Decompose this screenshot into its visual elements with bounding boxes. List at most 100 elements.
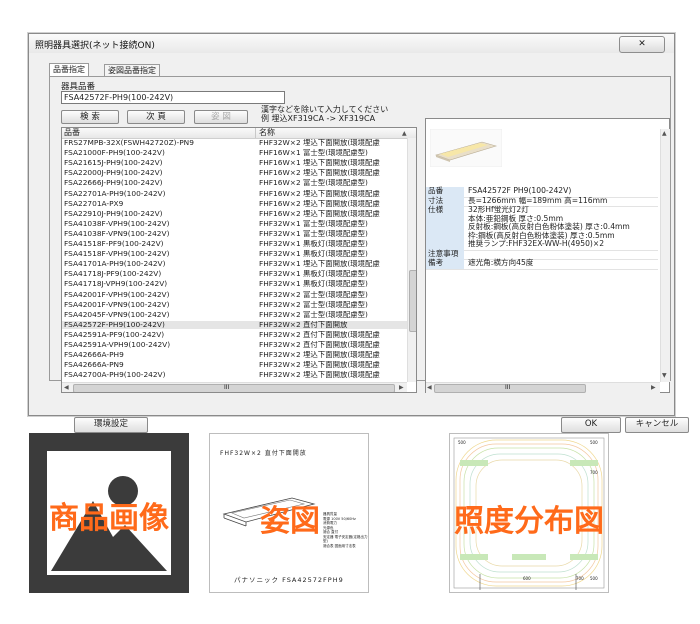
figure-thumbnail[interactable]: FHF32W×2 直付下面開放 器具質量 電源 100V 50/60Hz 消費電力光…: [209, 433, 369, 593]
row-fixture-name: FHF32W×1 黒板灯(環境配慮型): [259, 240, 368, 248]
row-model-number: FSA41518F-PF9(100-242V): [64, 240, 164, 248]
row-fixture-name: FHF32W×2 直付下面開放(環境配慮: [259, 341, 380, 349]
list-row[interactable]: FSA22000J-PH9(100-242V) FHF16W×2 埋込下面開放(環…: [62, 169, 407, 177]
list-row[interactable]: FSA42001F-VPN9(100-242V) FHF32W×2 富士型(環境配…: [62, 301, 407, 309]
scroll-left-icon[interactable]: ◀: [64, 384, 69, 392]
list-horizontal-scroll-thumb[interactable]: III: [73, 384, 395, 392]
row-model-number: FSA41718J-VPH9(100-242V): [64, 280, 168, 289]
row-fixture-name: FHF16W×2 埋込下面開放(環境配慮: [259, 199, 380, 208]
row-model-number: FSA42001F-VPH9(100-242V): [64, 290, 170, 299]
list-row[interactable]: FSA41718J-PF9(100-242V) FHF32W×1 黒板灯(環境配慮…: [62, 270, 407, 278]
close-button[interactable]: ✕: [619, 36, 665, 53]
list-row[interactable]: FSA42001F-VPH9(100-242V) FHF32W×2 富士型(環境配…: [62, 291, 407, 299]
list-row[interactable]: FRS27MPB-32X(FSWH42720Z)-PN9 FHF32W×2 埋込下…: [62, 139, 407, 147]
contour-label: 700: [590, 470, 598, 475]
property-value-line: 推奨ランプ:FHF32EX-WW-H(4950)×2: [468, 239, 605, 248]
row-model-number: FSA21615J-PH9(100-242V): [64, 159, 163, 168]
list-row[interactable]: FSA21615J-PH9(100-242V) FHF16W×1 埋込下面開放(環…: [62, 159, 407, 167]
detail-horizontal-scroll-thumb[interactable]: III: [434, 384, 586, 393]
hint-line-2: 例 埋込XF319CA -> XF319CA: [261, 114, 376, 123]
figure-header: FHF32W×2 直付下面開放: [220, 450, 307, 457]
list-row[interactable]: FSA21000F-PH9(100-242V) FHF16W×1 富士型(環境配慮…: [62, 149, 407, 157]
scroll-right-icon[interactable]: ▶: [651, 384, 656, 392]
input-hint: 漢字などを除いて入力してください 例 埋込XF319CA -> XF319CA: [261, 105, 388, 123]
tab-model-number[interactable]: 品番指定: [49, 63, 89, 77]
row-fixture-name: FHF32W×1 黒板灯(環境配慮型): [259, 250, 368, 259]
row-fixture-name: FHF16W×2 埋込下面開放(環境配慮: [259, 189, 380, 198]
contour-label: 500: [590, 576, 598, 581]
illuminance-thumbnail[interactable]: 500 500 700 600 700 500 照度分布図: [449, 433, 609, 593]
list-row[interactable]: FSA42666A-PN9 FHF32W×2 埋込下面開放(環境配慮: [62, 361, 407, 369]
property-value: 長=1266mm 幅=189mm 高=116mm: [468, 196, 607, 206]
fixture-select-dialog: 照明器具選択(ネット接続ON) ✕ 品番指定 姿図品番指定 器具品番 FSA42…: [28, 33, 689, 433]
row-fixture-name: FHF32W×1 富士型(環境配慮型): [259, 229, 368, 238]
row-model-number: FSA41701A-PH9(100-242V): [64, 260, 166, 269]
list-row[interactable]: FSA42700A-PH9(100-242V) FHF32W×2 埋込下面開放(環…: [62, 371, 407, 379]
list-row[interactable]: FSA42572F-PH9(100-242V) FHF32W×2 直付下面開放: [62, 320, 407, 329]
product-image-thumbnail[interactable]: 商品画像: [29, 433, 189, 593]
ok-button[interactable]: OK: [561, 417, 621, 433]
row-model-number: FSA42700A-PH9(100-242V): [64, 371, 166, 380]
row-fixture-name: FHF16W×1 埋込下面開放(環境配慮: [259, 159, 380, 168]
model-number-input[interactable]: FSA42572F-PH9(100-242V): [61, 91, 285, 104]
sort-up-icon: ▲: [402, 130, 407, 137]
detail-horizontal-scrollbar[interactable]: ◀ III ▶: [426, 382, 660, 393]
row-fixture-name: FHF16W×2 埋込下面開放(環境配慮: [259, 169, 380, 178]
row-model-number: FSA21000F-PH9(100-242V): [64, 149, 165, 158]
list-row[interactable]: FSA41718J-VPH9(100-242V) FHF32W×1 黒板灯(環境配…: [62, 280, 407, 288]
list-vertical-scroll-thumb[interactable]: [409, 270, 416, 332]
cancel-button[interactable]: キャンセル: [625, 417, 689, 433]
contour-label: 500: [458, 440, 466, 445]
row-model-number: FRS27MPB-32X(FSWH42720Z)-PN9: [64, 139, 194, 147]
list-row[interactable]: FSA42591A-PF9(100-242V) FHF32W×2 直付下面開放(環…: [62, 331, 407, 339]
row-fixture-name: FHF16W×2 埋込下面開放(環境配慮: [259, 209, 380, 218]
fixture-list[interactable]: 品番 名称 ▲ FRS27MPB-32X(FSWH42720Z)-PN9 FHF3…: [61, 127, 417, 393]
list-row[interactable]: FSA41518F-VPH9(100-242V) FHF32W×1 黒板灯(環境配…: [62, 250, 407, 258]
product-image-caption: 商品画像: [49, 501, 169, 536]
settings-button[interactable]: 環境設定: [74, 417, 148, 433]
list-row[interactable]: FSA41038F-VPN9(100-242V) FHF32W×1 富士型(環境配…: [62, 230, 407, 238]
row-model-number: FSA22666J-PH9(100-242V): [64, 179, 163, 188]
list-row[interactable]: FSA42666A-PH9 FHF32W×2 埋込下面開放(環境配慮: [62, 351, 407, 359]
list-row[interactable]: FSA22666J-PH9(100-242V) FHF16W×2 富士型(環境配慮…: [62, 179, 407, 187]
list-row[interactable]: FSA22910J-PH9(100-242V) FHF16W×2 埋込下面開放(環…: [62, 210, 407, 218]
figure-button[interactable]: 姿 図: [194, 110, 248, 124]
row-fixture-name: FHF32W×2 富士型(環境配慮型): [259, 300, 368, 309]
list-vertical-scrollbar[interactable]: [407, 138, 416, 382]
property-key: 仕様: [426, 205, 464, 250]
column-header-model[interactable]: 品番: [64, 128, 80, 138]
property-value: FSA42572F PH9(100-242V): [468, 186, 571, 196]
next-page-button[interactable]: 次 頁: [127, 110, 185, 124]
row-fixture-name: FHF32W×2 富士型(環境配慮型): [259, 310, 368, 319]
list-horizontal-scrollbar[interactable]: ◀ III ▶: [62, 382, 407, 392]
detail-vertical-scrollbar[interactable]: ▲ ▼: [660, 129, 670, 382]
list-row[interactable]: FSA22701A-PX9 FHF16W×2 埋込下面開放(環境配慮: [62, 200, 407, 208]
column-divider[interactable]: [255, 128, 256, 138]
scroll-up-icon[interactable]: ▲: [662, 130, 667, 138]
row-model-number: FSA41718J-PF9(100-242V): [64, 270, 162, 279]
list-header: 品番 名称 ▲: [62, 128, 416, 139]
scroll-left-icon[interactable]: ◀: [427, 384, 432, 392]
list-row[interactable]: FSA22701A-PH9(100-242V) FHF16W×2 埋込下面開放(環…: [62, 190, 407, 198]
list-row[interactable]: FSA42045F-VPN9(100-242V) FHF32W×2 富士型(環境配…: [62, 311, 407, 319]
list-row[interactable]: FSA41701A-PH9(100-242V) FHF32W×1 埋込下面開放(環…: [62, 260, 407, 268]
property-row: 備考 遮光角:横方向45度: [426, 258, 658, 270]
title-bar: 照明器具選択(ネット接続ON) ✕: [29, 34, 674, 53]
row-fixture-name: FHF32W×2 埋込下面開放(環境配慮: [259, 371, 380, 380]
scroll-down-icon[interactable]: ▼: [662, 372, 667, 380]
row-model-number: FSA41038F-VPN9(100-242V): [64, 229, 170, 238]
list-row[interactable]: FSA41038F-VPH9(100-242V) FHF32W×1 富士型(環境配…: [62, 220, 407, 228]
list-row[interactable]: FSA41518F-PF9(100-242V) FHF32W×1 黒板灯(環境配慮…: [62, 240, 407, 248]
row-fixture-name: FHF32W×1 埋込下面開放(環境配慮: [259, 260, 380, 269]
row-model-number: FSA42591A-PF9(100-242V): [64, 330, 165, 339]
row-model-number: FSA22000J-PH9(100-242V): [64, 169, 163, 178]
search-button[interactable]: 検 索: [61, 110, 119, 124]
illuminance-caption: 照度分布図: [454, 504, 604, 539]
row-model-number: FSA42572F-PH9(100-242V): [64, 320, 165, 329]
row-fixture-name: FHF32W×2 直付下面開放(環境配慮: [259, 330, 380, 339]
column-header-name[interactable]: 名称: [259, 128, 275, 138]
scroll-right-icon[interactable]: ▶: [399, 384, 404, 392]
contour-label: 600: [523, 576, 531, 581]
list-row[interactable]: FSA42591A-VPH9(100-242V) FHF32W×2 直付下面開放(…: [62, 341, 407, 349]
row-model-number: FSA42666A-PH9: [64, 351, 124, 360]
